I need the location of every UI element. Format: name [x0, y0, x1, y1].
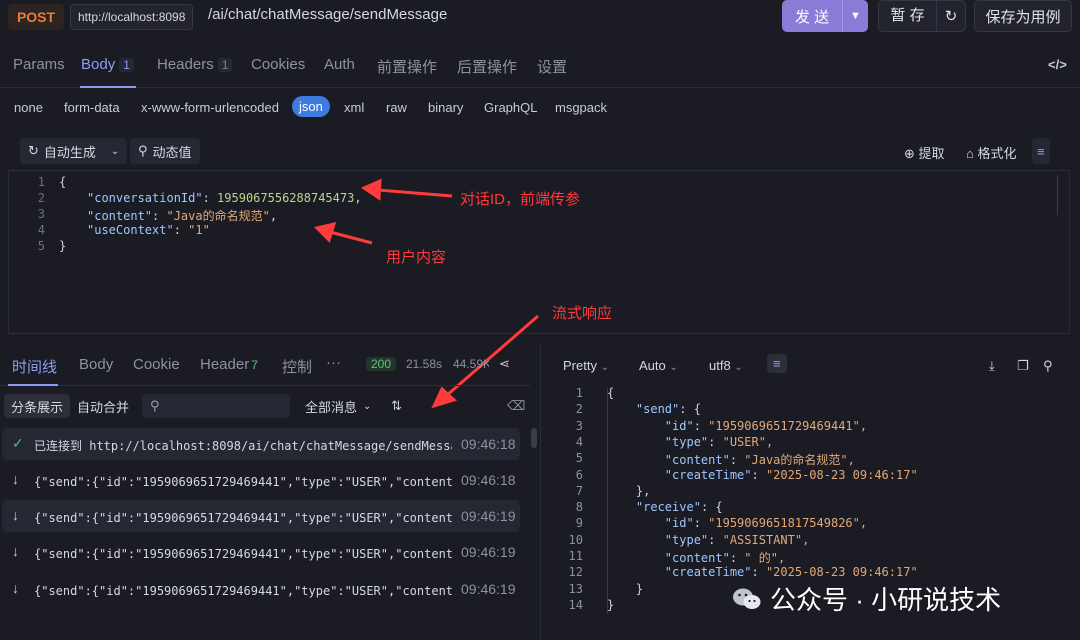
- more-icon[interactable]: ···: [326, 354, 341, 371]
- download-arrow-icon: ↓: [12, 507, 19, 523]
- tab-response-body[interactable]: Body: [79, 356, 113, 373]
- response-code-line: "receive": {: [635, 500, 723, 515]
- auto-merge-button[interactable]: 自动合并: [70, 394, 136, 418]
- timeline-scrollbar[interactable]: [531, 428, 537, 448]
- message-time: 09:46:18: [461, 436, 516, 452]
- message-text: {"send":{"id":"1959069651729469441","typ…: [34, 547, 452, 561]
- response-code-line: },: [607, 483, 651, 498]
- timeline-message[interactable]: ✓ 已连接到 http://localhost:8098/ai/chat/cha…: [2, 428, 520, 460]
- tab-timeline[interactable]: 时间线: [12, 356, 57, 377]
- select-label: utf8: [709, 358, 731, 373]
- sort-icon[interactable]: ⇅: [384, 394, 409, 418]
- download-arrow-icon: ↓: [12, 580, 19, 596]
- line-number: 1: [575, 386, 583, 400]
- response-code-line: }: [607, 581, 644, 596]
- line-number: 10: [568, 532, 583, 547]
- arrow-line: [377, 188, 453, 198]
- pretty-select[interactable]: Pretty ⌄: [563, 358, 609, 373]
- response-code-line: "createTime": "2025-08-23 09:46:17": [664, 467, 918, 482]
- message-text: {"send":{"id":"1959069651729469441","typ…: [34, 584, 452, 598]
- download-arrow-icon: ↓: [12, 471, 19, 487]
- message-time: 09:46:19: [461, 544, 516, 560]
- search-icon: ⚲: [150, 398, 160, 413]
- message-text: {"send":{"id":"1959069651729469441","typ…: [34, 475, 452, 489]
- response-size: 44.59K: [453, 357, 489, 371]
- download-icon[interactable]: ⤓: [989, 358, 995, 374]
- response-code-line: "createTime": "2025-08-23 09:46:17": [664, 565, 918, 580]
- arrow-line: [329, 230, 373, 245]
- watermark-text: 公众号 · 小研说技术: [770, 585, 1002, 615]
- line-number: 14: [568, 597, 583, 612]
- active-tab-indicator: [8, 384, 58, 386]
- chevron-down-icon: ⌄: [734, 362, 743, 373]
- line-number: 5: [575, 451, 583, 466]
- annotation-conversation-id: 对话ID，前端传参: [460, 191, 581, 208]
- line-number: 6: [575, 467, 583, 482]
- response-code-line: "type": "ASSISTANT",: [664, 532, 810, 547]
- line-number: 9: [575, 516, 583, 531]
- line-number: 8: [575, 500, 583, 515]
- select-label: 全部消息: [305, 399, 358, 415]
- line-number: 3: [575, 418, 583, 433]
- watermark: 公众号 · 小研说技术: [732, 580, 1001, 617]
- message-filter-bar: 分条展示 自动合并 ⚲ 全部消息 ⌄ ⇅ ⌫: [0, 394, 530, 420]
- response-code-line: "type": "USER",: [664, 434, 774, 449]
- status-code-badge: 200: [366, 357, 397, 371]
- message-time: 09:46:19: [461, 508, 516, 524]
- response-code-line: "send": {: [635, 402, 701, 417]
- message-type-select[interactable]: 全部消息 ⌄: [298, 394, 378, 418]
- line-number: 2: [575, 402, 583, 417]
- tab-response-cookie[interactable]: Cookie: [133, 356, 180, 373]
- timeline-message[interactable]: ↓ {"send":{"id":"1959069651729469441","t…: [2, 573, 520, 605]
- response-code-line: "id": "1959069651729469441",: [664, 418, 868, 433]
- line-number: 4: [575, 434, 583, 449]
- line-number: 13: [568, 581, 583, 596]
- annotation-user-content: 用户内容: [386, 249, 447, 266]
- message-text: {"send":{"id":"1959069651729469441","typ…: [34, 511, 452, 525]
- tab-response-header[interactable]: Header 7: [200, 356, 258, 373]
- tab-label: Header: [200, 356, 250, 373]
- search-icon[interactable]: ⚲: [1043, 358, 1053, 374]
- timeline-message[interactable]: ↓ {"send":{"id":"1959069651729469441","t…: [2, 500, 520, 532]
- tab-badge: 7: [251, 358, 258, 372]
- timeline-message[interactable]: ↓ {"send":{"id":"1959069651729469441","t…: [2, 536, 520, 568]
- wrap-icon[interactable]: ≡: [767, 354, 787, 373]
- response-timeline-panel: 时间线 Body Cookie Header 7 控制 ··· 200 21.58…: [0, 344, 537, 640]
- chevron-down-icon: ⌄: [600, 362, 609, 373]
- line-number: 7: [575, 483, 583, 498]
- response-time: 21.58s: [406, 357, 443, 371]
- select-label: Pretty: [563, 358, 597, 373]
- message-time: 09:46:19: [461, 581, 516, 597]
- response-code-line: "id": "1959069651817549826",: [664, 516, 868, 531]
- tab-console[interactable]: 控制: [282, 356, 318, 377]
- wechat-logo-icon: [733, 588, 761, 609]
- annotation-streaming: 流式响应: [552, 305, 613, 322]
- auto-select[interactable]: Auto ⌄: [639, 358, 678, 373]
- chevron-down-icon: ⌄: [363, 400, 372, 412]
- response-code-line: {: [607, 386, 615, 400]
- arrow-head: [360, 178, 382, 201]
- copy-icon[interactable]: ❐: [1017, 358, 1029, 374]
- chevron-down-icon: ⌄: [669, 362, 678, 373]
- response-tabs: 时间线 Body Cookie Header 7 控制 ··· 200 21.58…: [0, 344, 530, 386]
- encoding-select[interactable]: utf8 ⌄: [709, 358, 743, 373]
- response-code-line: "content": " 的",: [664, 551, 786, 565]
- timeline-message[interactable]: ↓ {"send":{"id":"1959069651729469441","t…: [2, 464, 520, 496]
- message-text: 已连接到 http://localhost:8098/ai/chat/chatM…: [34, 439, 452, 453]
- download-arrow-icon: ↓: [12, 543, 19, 559]
- message-search-input[interactable]: ⚲: [142, 394, 290, 418]
- arrow-head: [314, 221, 337, 243]
- split-view-button[interactable]: 分条展示: [4, 394, 71, 418]
- select-label: Auto: [639, 358, 666, 373]
- response-code-line: "content": "Java的命名规范",: [664, 453, 855, 468]
- clear-icon[interactable]: ⌫: [500, 394, 532, 418]
- connected-icon: ✓: [12, 435, 24, 451]
- share-icon[interactable]: ⋖: [499, 356, 510, 372]
- line-number: 11: [568, 549, 583, 563]
- line-number: 12: [568, 565, 583, 580]
- message-time: 09:46:18: [461, 472, 516, 488]
- response-code-line: }: [607, 597, 615, 612]
